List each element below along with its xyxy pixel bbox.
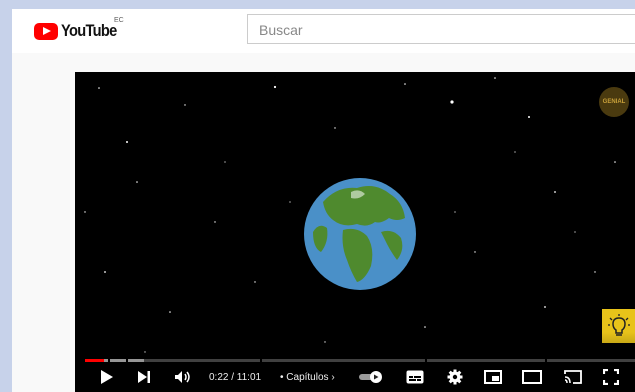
player-controls: 0:22 / 11:01 • Capítulos › [75, 364, 635, 392]
volume-icon[interactable] [173, 367, 193, 387]
logo-wordmark: YouTube [61, 21, 117, 40]
play-icon[interactable] [97, 367, 117, 387]
settings-icon[interactable] [445, 367, 465, 387]
search-input[interactable]: Buscar [247, 14, 635, 44]
next-icon[interactable] [135, 367, 153, 387]
progress-bar[interactable] [85, 359, 635, 362]
miniplayer-icon[interactable] [483, 367, 503, 387]
chapters-button[interactable]: • Capítulos › [280, 372, 335, 383]
chapter-marker [260, 359, 262, 362]
youtube-play-logo-icon [34, 22, 58, 40]
youtube-page: YouTube EC Buscar GENIAL 0:22 / 11:01 • … [12, 9, 635, 392]
fullscreen-icon[interactable] [601, 367, 621, 387]
chapter-marker [425, 359, 427, 362]
chevron-right-icon: › [331, 372, 335, 383]
chapter-marker [545, 359, 547, 362]
chapter-marker [108, 359, 110, 362]
channel-watermark-badge[interactable]: GENIAL [599, 87, 629, 117]
chapter-marker [126, 359, 128, 362]
earth-globe [304, 178, 416, 290]
subtitles-icon[interactable] [405, 367, 425, 387]
progress-played [85, 359, 104, 362]
video-player[interactable]: GENIAL 0:22 / 11:01 • Capítulos › [75, 72, 635, 392]
region-code: EC [114, 17, 124, 24]
autoplay-toggle-icon[interactable] [357, 367, 385, 387]
theater-mode-icon[interactable] [521, 367, 543, 387]
masthead: YouTube EC Buscar [12, 9, 635, 53]
cast-icon[interactable] [563, 367, 583, 387]
time-display: 0:22 / 11:01 [209, 372, 262, 383]
youtube-logo[interactable]: YouTube EC [34, 17, 126, 41]
chapters-label: • Capítulos [280, 372, 329, 383]
